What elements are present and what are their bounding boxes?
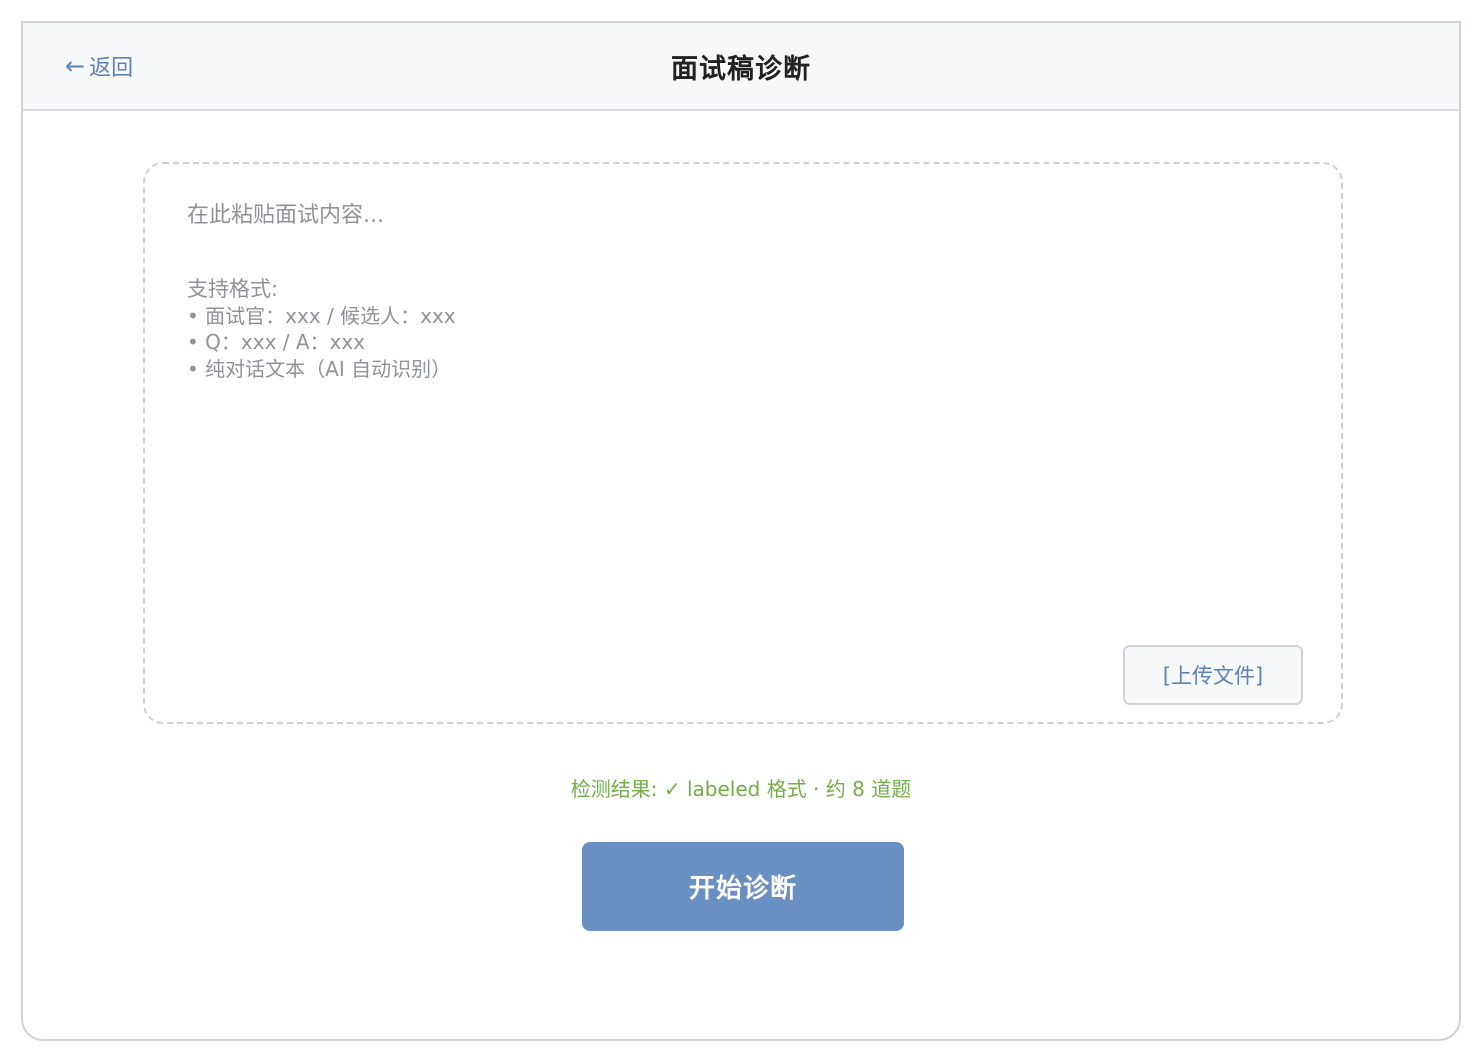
formats-title: 支持格式: [187, 277, 279, 301]
paste-placeholder: 在此粘贴面试内容... [187, 203, 384, 228]
paste-input-area[interactable]: 在此粘贴面试内容... 支持格式: • 面试官：xxx / 候选人：xxx • … [143, 162, 1343, 724]
format-item: • 面试官：xxx / 候选人：xxx [187, 303, 456, 328]
page-title: 面试稿诊断 [671, 54, 811, 85]
app-window: ← 返回 面试稿诊断 在此粘贴面试内容... 支持格式: • 面试官：xxx /… [21, 21, 1461, 1041]
format-item: • Q：xxx / A：xxx [187, 330, 366, 354]
detection-result: 检测结果: ✓ labeled 格式 · 约 8 道题 [570, 777, 912, 801]
header-bar: ← 返回 面试稿诊断 [23, 23, 1459, 111]
supported-formats: 支持格式: • 面试官：xxx / 候选人：xxx • Q：xxx / A：xx… [187, 276, 456, 382]
upload-file-button[interactable]: [上传文件] [1123, 645, 1303, 705]
start-diagnosis-button[interactable]: 开始诊断 [582, 842, 904, 931]
format-item: • 纯对话文本（AI 自动识别） [187, 356, 452, 381]
